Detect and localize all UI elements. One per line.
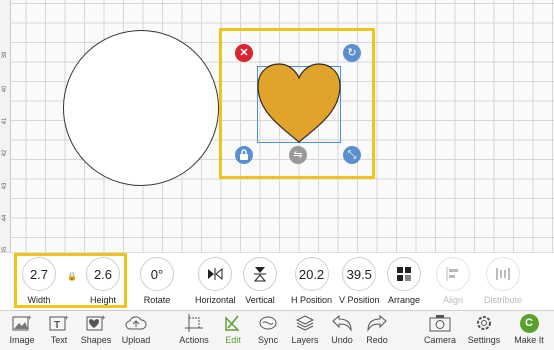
image-icon: + [2, 313, 42, 333]
nav-settings[interactable]: Settings [464, 313, 504, 345]
nav-edit-label: Edit [225, 335, 241, 345]
svg-text:+: + [64, 314, 69, 322]
svg-text:T: T [54, 320, 60, 331]
nav-sync-label: Sync [257, 335, 278, 345]
nav-make-it-label: Make It [514, 335, 544, 345]
rotate-icon[interactable]: ↻ [343, 44, 361, 62]
dimensions-highlight [14, 253, 127, 308]
h-position-value[interactable]: 20.2 [294, 257, 329, 291]
distribute-icon [486, 257, 520, 291]
distribute-label: Distribute [484, 295, 523, 305]
align-control: Align [436, 257, 470, 305]
lock-icon[interactable] [235, 146, 253, 164]
nav-redo[interactable]: Redo [357, 313, 397, 345]
make-it-icon: C [519, 313, 539, 333]
align-icon [436, 257, 470, 291]
ruler-tick: 41 [2, 117, 8, 125]
nav-undo[interactable]: Undo [322, 313, 362, 345]
nav-redo-label: Redo [366, 335, 388, 345]
flip-horizontal-icon[interactable] [198, 257, 233, 291]
nav-sync[interactable]: Sync [248, 313, 288, 345]
heart-shape[interactable] [257, 62, 341, 144]
svg-text:+: + [27, 314, 32, 322]
edit-icon [213, 313, 253, 333]
shapes-icon: + [76, 313, 116, 333]
nav-layers[interactable]: Layers [285, 313, 325, 345]
vertical-label: Vertical [245, 295, 275, 305]
horizontal-label: Horizontal [195, 295, 236, 305]
ruler-tick: 43 [2, 182, 8, 190]
layers-icon [285, 313, 325, 333]
flip-vertical-icon[interactable] [243, 257, 277, 291]
rotate-control[interactable]: 0° Rotate [140, 257, 174, 305]
rotate-value[interactable]: 0° [140, 257, 174, 291]
ruler-tick: 40 [2, 85, 8, 93]
v-position-control[interactable]: 39.5 V Position [339, 257, 380, 305]
resize-icon[interactable]: ⤡ [343, 146, 361, 164]
nav-settings-label: Settings [467, 335, 501, 345]
arrange-label: Arrange [387, 295, 421, 305]
ruler-tick: 39 [2, 51, 8, 59]
nav-camera-label: Camera [423, 335, 456, 345]
nav-image[interactable]: + Image [2, 313, 42, 345]
camera-icon [420, 313, 460, 333]
circle-shape[interactable] [63, 30, 219, 186]
bottom-navigation: + Image T + Text + Shapes Upload Actions … [0, 310, 554, 350]
flip-horizontal-control[interactable]: Horizontal [195, 257, 236, 305]
nav-actions[interactable]: Actions [174, 313, 214, 345]
v-position-label: V Position [339, 295, 380, 305]
nav-undo-label: Undo [331, 335, 353, 345]
text-icon: T + [39, 313, 79, 333]
flip-icon[interactable]: ⇋ [289, 146, 307, 164]
h-position-control[interactable]: 20.2 H Position [291, 257, 332, 305]
sync-icon [248, 313, 288, 333]
h-position-label: H Position [291, 295, 333, 305]
nav-edit[interactable]: Edit [213, 313, 253, 345]
nav-make-it[interactable]: C Make It [509, 313, 549, 345]
undo-icon [322, 313, 362, 333]
delete-icon[interactable]: ✕ [235, 44, 253, 62]
nav-upload-label: Upload [121, 335, 151, 345]
nav-text[interactable]: T + Text [39, 313, 79, 345]
ruler-tick: 44 [2, 214, 8, 222]
nav-shapes[interactable]: + Shapes [76, 313, 116, 345]
nav-actions-label: Actions [179, 335, 209, 345]
ruler-tick: 42 [2, 149, 8, 157]
nav-layers-label: Layers [291, 335, 319, 345]
align-label: Align [442, 295, 463, 305]
flip-vertical-control[interactable]: Vertical [243, 257, 277, 305]
distribute-control: Distribute [484, 257, 522, 305]
vertical-ruler: 39 40 41 42 43 44 45 46 [0, 0, 11, 284]
nav-text-label: Text [50, 335, 68, 345]
rotate-label: Rotate [143, 295, 171, 305]
svg-text:+: + [101, 314, 106, 322]
redo-icon [357, 313, 397, 333]
nav-shapes-label: Shapes [80, 335, 112, 345]
upload-icon [116, 313, 156, 333]
nav-camera[interactable]: Camera [420, 313, 460, 345]
actions-icon [174, 313, 214, 333]
arrange-control[interactable]: Arrange [387, 257, 421, 305]
nav-upload[interactable]: Upload [116, 313, 156, 345]
arrange-icon[interactable] [387, 257, 421, 291]
gear-icon [464, 313, 504, 333]
nav-image-label: Image [9, 335, 35, 345]
v-position-value[interactable]: 39.5 [342, 257, 377, 291]
